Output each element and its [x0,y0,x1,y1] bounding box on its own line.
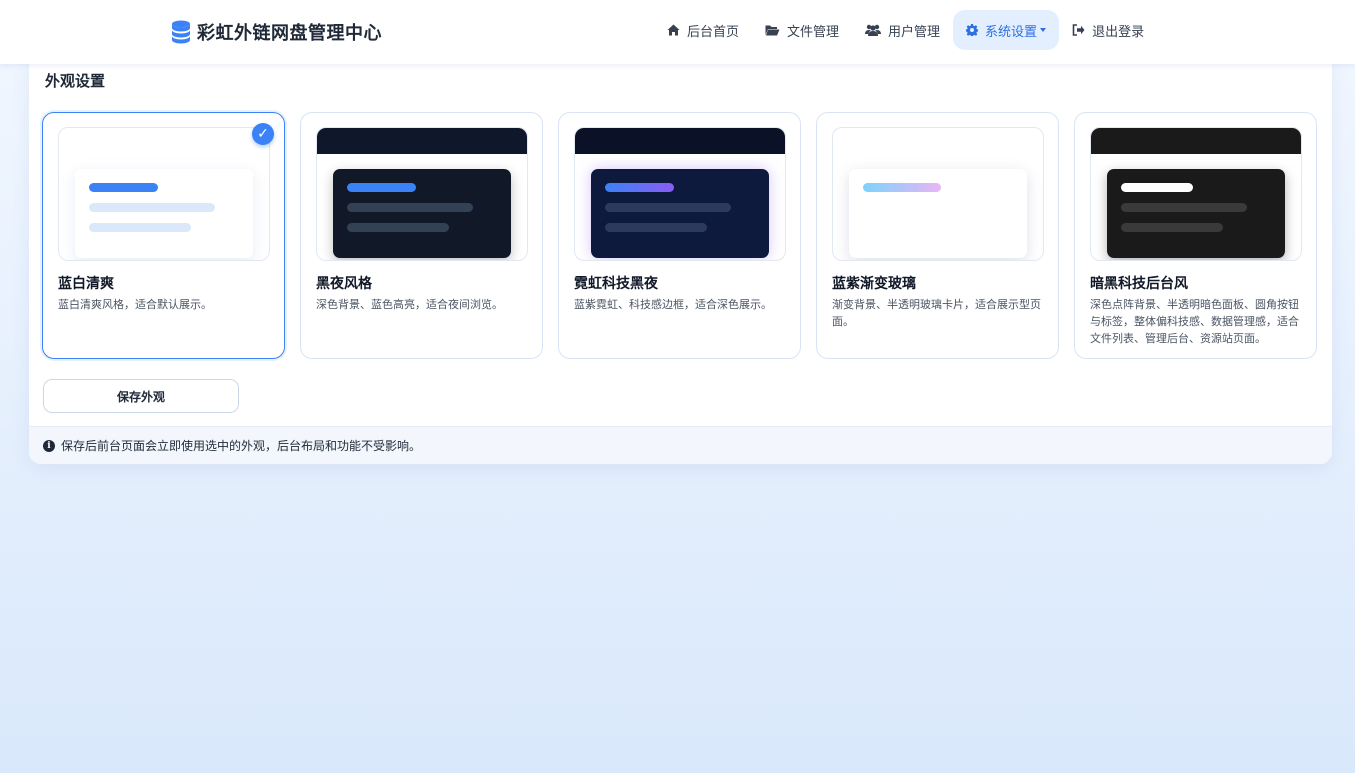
top-navbar: 彩虹外链网盘管理中心 后台首页 文件管理 用户管理 系统设置 退出登录 [0,0,1355,64]
database-icon [171,20,191,44]
preview-line [1121,203,1247,212]
home-icon [667,24,680,36]
preview-line [89,223,191,232]
info-circle-icon: i [43,439,55,452]
theme-name: 暗黑科技后台风 [1090,276,1188,292]
theme-desc: 蓝白清爽风格，适合默认展示。 [58,298,212,311]
appearance-panel: 外观设置 ✓ 蓝白清爽 蓝白清爽风格，适合默认展示。 黑夜风格 深色背景、蓝色高… [29,56,1332,464]
preview-line [347,203,473,212]
theme-name: 霓虹科技黑夜 [574,276,658,292]
theme-card-night[interactable]: 黑夜风格 深色背景、蓝色高亮，适合夜间浏览。 [300,112,543,359]
preview-card [333,169,511,258]
nav-item-label: 退出登录 [1092,24,1145,40]
preview-card [75,169,253,258]
preview-line [1121,223,1223,232]
nav-item-dashboard[interactable]: 后台首页 [654,10,752,50]
nav-item-settings[interactable]: 系统设置 [953,10,1060,50]
info-note: i 保存后前台页面会立即使用选中的外观，后台布局和功能不受影响。 [29,426,1332,464]
theme-desc: 蓝紫霓虹、科技感边框，适合深色展示。 [574,298,772,311]
preview-card [849,169,1027,258]
info-note-text: 保存后前台页面会立即使用选中的外观，后台布局和功能不受影响。 [61,439,422,453]
users-icon [865,24,882,36]
sign-out-icon [1072,24,1085,36]
panel-title: 外观设置 [45,72,106,90]
theme-card-gradient-glass[interactable]: 蓝紫渐变玻璃 渐变背景、半透明玻璃卡片，适合展示型页面。 [816,112,1059,359]
preview-accent-bar [89,183,158,192]
save-appearance-button[interactable]: 保存外观 [43,379,239,413]
theme-name: 蓝白清爽 [58,276,114,292]
theme-name: 黑夜风格 [316,276,372,292]
gear-icon [966,24,979,36]
folder-open-icon [765,24,780,36]
preview-topbar [1091,128,1301,154]
theme-preview [316,127,528,261]
brand[interactable]: 彩虹外链网盘管理中心 [171,18,382,46]
theme-preview [832,127,1044,261]
preview-card [591,169,769,258]
theme-preview [58,127,270,261]
main-nav: 后台首页 文件管理 用户管理 系统设置 退出登录 [654,10,1157,50]
theme-desc: 深色点阵背景、半透明暗色面板、圆角按钮与标签，整体偏科技感、数据管理感，适合文件… [1090,298,1299,345]
preview-accent-bar [1121,183,1193,192]
nav-item-label: 用户管理 [888,24,941,40]
theme-name: 蓝紫渐变玻璃 [832,276,916,292]
nav-item-files[interactable]: 文件管理 [752,10,852,50]
nav-item-label: 文件管理 [787,24,840,40]
preview-accent-bar [863,183,941,192]
preview-card [1107,169,1285,258]
theme-grid: ✓ 蓝白清爽 蓝白清爽风格，适合默认展示。 黑夜风格 深色背景、蓝色高亮，适合夜… [42,112,1319,360]
nav-item-label: 系统设置 [985,24,1038,40]
nav-item-logout[interactable]: 退出登录 [1059,10,1157,50]
theme-card-neon-night[interactable]: 霓虹科技黑夜 蓝紫霓虹、科技感边框，适合深色展示。 [558,112,801,359]
nav-item-users[interactable]: 用户管理 [852,10,953,50]
preview-topbar [575,128,785,154]
theme-preview [574,127,786,261]
theme-desc: 渐变背景、半透明玻璃卡片，适合展示型页面。 [832,298,1041,328]
theme-card-dark-tech[interactable]: 暗黑科技后台风 深色点阵背景、半透明暗色面板、圆角按钮与标签，整体偏科技感、数据… [1074,112,1317,359]
preview-topbar [317,128,527,154]
preview-line [605,223,707,232]
preview-line [605,203,731,212]
preview-line [89,203,215,212]
chevron-down-icon [1040,28,1047,32]
theme-preview [1090,127,1302,261]
theme-card-blue-white[interactable]: ✓ 蓝白清爽 蓝白清爽风格，适合默认展示。 [42,112,285,359]
brand-title: 彩虹外链网盘管理中心 [197,23,382,44]
preview-line [347,223,449,232]
check-icon: ✓ [252,123,274,145]
preview-accent-bar [347,183,416,192]
theme-desc: 深色背景、蓝色高亮，适合夜间浏览。 [316,298,503,311]
preview-accent-bar [605,183,674,192]
nav-item-label: 后台首页 [687,24,740,40]
